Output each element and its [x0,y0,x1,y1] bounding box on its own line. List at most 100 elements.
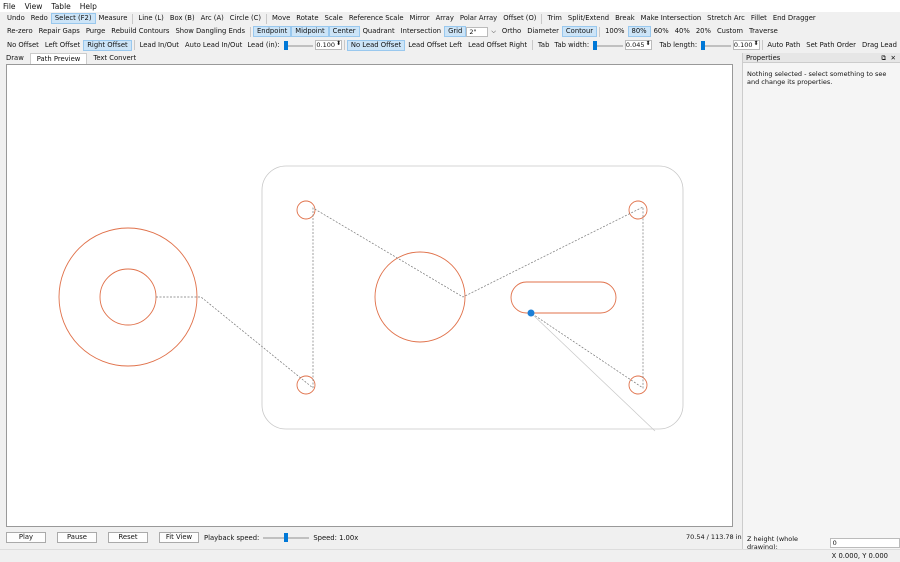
measure-button[interactable]: Measure [96,13,131,24]
menu-table[interactable]: Table [51,2,70,11]
drag-lead-button[interactable]: Drag Lead [859,40,900,51]
tab-button[interactable]: Tab [535,40,553,51]
box-b-button[interactable]: Box (B) [167,13,198,24]
properties-panel: Properties ⧉ ✕ Nothing selected - select… [742,53,900,551]
properties-header: Properties ⧉ ✕ [743,53,900,63]
float-panel-icon[interactable]: ⧉ [881,53,886,63]
polar-array-button[interactable]: Polar Array [457,13,500,24]
lead-label: Lead (in): [247,41,280,49]
show-dangling-ends-button[interactable]: Show Dangling Ends [172,26,248,37]
pause-button[interactable]: Pause [57,532,97,543]
path-toolbar: No Offset Left Offset Right Offset Lead In… [0,38,900,52]
ortho-button[interactable]: Ortho [499,26,524,37]
z-height-field[interactable]: 0 [829,538,900,548]
no-lead-offset-button[interactable]: No Lead Offset [346,39,406,51]
offset-o-button[interactable]: Offset (O) [500,13,539,24]
purge-button[interactable]: Purge [83,26,108,37]
corner-hole-bottom-left [296,375,316,395]
line-l-button[interactable]: Line (L) [135,13,166,24]
scale-button[interactable]: Scale [322,13,346,24]
toolbar-separator [761,40,763,50]
properties-message: Nothing selected - select something to s… [747,70,887,86]
play-button[interactable]: Play [6,532,46,543]
inner-ring-circle [99,268,157,326]
make-intersection-button[interactable]: Make Intersection [638,13,705,24]
zoom-20-button[interactable]: 20% [693,26,714,37]
fillet-button[interactable]: Fillet [748,13,770,24]
re-zero-button[interactable]: Re-zero [4,26,36,37]
zoom-custom-button[interactable]: Custom [714,26,746,37]
right-offset-button[interactable]: Right Offset [83,39,132,51]
travel-moves [156,206,644,389]
redo-button[interactable]: Redo [28,13,51,24]
status-bar: X 0.000, Y 0.000 [0,549,900,562]
contour-button[interactable]: Contour [561,26,598,37]
lead-in-out-button[interactable]: Lead In/Out [137,40,182,51]
snap-intersection-button[interactable]: Intersection [398,26,444,37]
diameter-button[interactable]: Diameter [524,26,562,37]
trim-button[interactable]: Trim [544,13,564,24]
tab-path-preview[interactable]: Path Preview [29,53,88,64]
snap-toolbar: Re-zero Repair Gaps Purge Rebuild Contours S… [0,25,900,38]
travel-path-2 [312,206,644,389]
array-button[interactable]: Array [433,13,457,24]
lead-offset-left-button[interactable]: Lead Offset Left [405,40,465,51]
undo-button[interactable]: Undo [4,13,28,24]
toolbar-separator [344,40,345,50]
set-path-order-button[interactable]: Set Path Order [803,40,859,51]
snap-grid-button[interactable]: Grid [444,26,467,37]
fit-view-button[interactable]: Fit View [159,532,199,543]
auto-lead-in-out-button[interactable]: Auto Lead In/Out [182,40,245,51]
playback-speed-slider[interactable] [263,532,310,543]
main-toolbar: Undo Redo Select (F2) Measure Line (L) Box (B… [0,12,900,25]
tab-length-spinbox[interactable]: 0.100 [732,40,760,50]
zoom-traverse-button[interactable]: Traverse [746,26,781,37]
tab-text-convert[interactable]: Text Convert [87,53,142,64]
zoom-80-button[interactable]: 80% [627,26,651,37]
rotate-button[interactable]: Rotate [293,13,321,24]
left-offset-button[interactable]: Left Offset [42,40,83,51]
tab-width-spinbox[interactable]: 0.045 [624,40,652,50]
split-extend-button[interactable]: Split/Extend [565,13,612,24]
lead-offset-right-button[interactable]: Lead Offset Right [465,40,530,51]
stretch-arc-button[interactable]: Stretch Arc [704,13,748,24]
mirror-button[interactable]: Mirror [407,13,433,24]
move-button[interactable]: Move [269,13,293,24]
menu-help[interactable]: Help [80,2,97,11]
snap-quadrant-button[interactable]: Quadrant [360,26,398,37]
toolpath-drawing [58,165,684,432]
zoom-100-button[interactable]: 100% [602,26,627,37]
repair-gaps-button[interactable]: Repair Gaps [36,26,83,37]
snap-center-button[interactable]: Center [328,26,360,37]
break-button[interactable]: Break [612,13,638,24]
select-f2-button[interactable]: Select (F2) [50,13,96,24]
tab-draw[interactable]: Draw [0,53,30,64]
path-progress: 70.54 / 113.78 in [686,533,742,541]
menu-file[interactable]: File [3,2,16,11]
auto-path-button[interactable]: Auto Path [764,40,803,51]
end-dragger-button[interactable]: End Dragger [770,13,819,24]
snap-endpoint-button[interactable]: Endpoint [253,26,292,37]
reset-button[interactable]: Reset [108,532,148,543]
tab-width-slider[interactable] [593,40,623,51]
menu-view[interactable]: View [25,2,43,11]
rebuild-contours-button[interactable]: Rebuild Contours [108,26,172,37]
close-panel-icon[interactable]: ✕ [891,53,896,63]
tab-length-label: Tab length: [659,41,698,49]
arc-a-button[interactable]: Arc (A) [198,13,227,24]
grid-size-select[interactable]: 2" [466,26,489,37]
lead-slider[interactable] [283,40,314,51]
toolbar-separator [541,13,543,24]
circle-c-button[interactable]: Circle (C) [227,13,264,24]
zoom-60-button[interactable]: 60% [651,26,672,37]
reference-scale-button[interactable]: Reference Scale [346,13,407,24]
zoom-40-button[interactable]: 40% [672,26,693,37]
tab-length-slider[interactable] [701,40,731,51]
snap-midpoint-button[interactable]: Midpoint [291,26,329,37]
path-preview-canvas[interactable] [6,64,733,527]
chevron-down-icon[interactable]: ⌵ [488,28,499,36]
lead-spinbox[interactable]: 0.100 [315,40,342,50]
toolbar-separator [599,26,601,37]
slot-shape [510,281,617,314]
no-offset-button[interactable]: No Offset [4,40,42,51]
